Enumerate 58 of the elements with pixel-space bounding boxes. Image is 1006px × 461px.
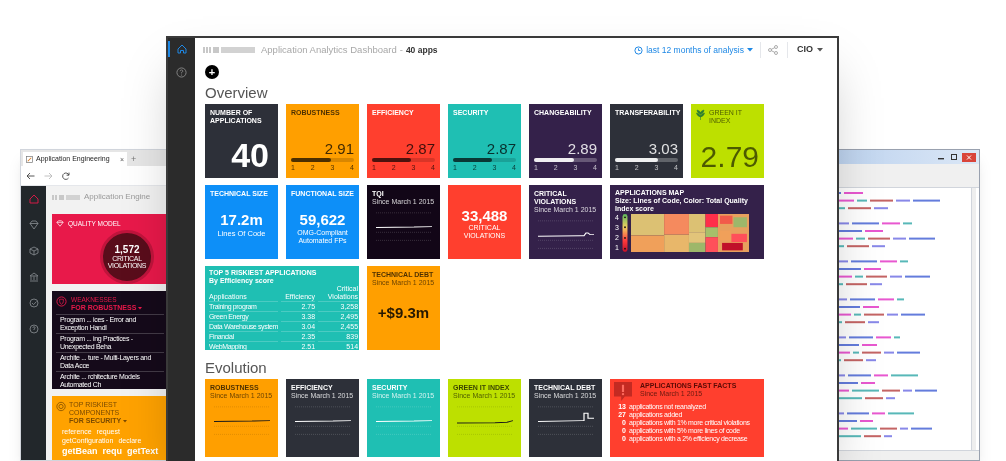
share-icon[interactable] [768,45,778,55]
logo-drawing [203,47,255,53]
maximize-icon[interactable] [949,153,959,161]
section-heading: Evolution [205,360,268,376]
cloud-keyword: requ [102,446,123,456]
trend-line [536,232,595,237]
trend-line [293,420,352,422]
cube-icon[interactable] [28,246,39,256]
app-count: 40 apps [405,43,438,57]
trend-line [374,420,433,422]
new-tab-button[interactable]: + [131,152,137,166]
add-button[interactable]: + [205,65,219,79]
target-icon[interactable] [56,401,67,412]
tile-value: 2.87 [404,141,435,156]
app-title: Application Engine [84,191,151,203]
title-separator: - [399,42,403,57]
tile-value: 2.91 [323,141,354,156]
tile-value: +$9.3m [376,305,431,321]
tile-value: 2.89 [566,141,597,156]
trend-line [212,420,271,422]
diamond-icon[interactable] [28,220,39,230]
clock-icon[interactable] [634,45,644,55]
cloud-keyword: getText [127,446,159,456]
caret-icon[interactable] [747,48,753,52]
home-icon[interactable] [28,194,39,204]
caret-icon[interactable] [138,306,143,310]
caret-icon[interactable] [817,48,823,52]
tile-value: 59,622 [298,212,347,228]
tile-value: 2.87 [485,141,516,156]
back-icon[interactable] [26,171,35,180]
dashboard-title: Application Analytics Dashboard [261,42,397,57]
color-legend [621,214,628,252]
tile-value: 17.2m [219,212,264,228]
tile-value: 40 [230,137,270,173]
cloud-keyword: getBean [62,446,98,456]
caret-icon[interactable] [123,419,128,423]
tile-value: 2.79 [699,141,759,173]
help-icon[interactable] [28,324,39,334]
trend-line [374,226,433,228]
help-icon[interactable] [176,67,187,78]
role-dropdown[interactable]: CIO [797,43,823,57]
trend-line [536,412,595,422]
home-icon[interactable] [175,43,188,55]
alert-icon[interactable] [614,382,632,402]
check-icon[interactable] [28,298,39,308]
period-dropdown[interactable]: last 12 months of analysis [634,43,753,57]
tile-value: 33,488 [460,208,509,224]
page-icon[interactable] [26,155,33,163]
section-heading: Overview [205,85,269,101]
forward-icon[interactable] [44,171,53,180]
logo-drawing [52,194,80,200]
trend-line [455,420,514,424]
leaf-icon [696,109,705,120]
shield-icon[interactable] [56,296,67,307]
circle-value: 1,572 [114,244,140,256]
building-icon[interactable] [28,272,39,282]
tile-value: 3.03 [647,141,678,156]
refresh-icon[interactable] [62,171,70,180]
